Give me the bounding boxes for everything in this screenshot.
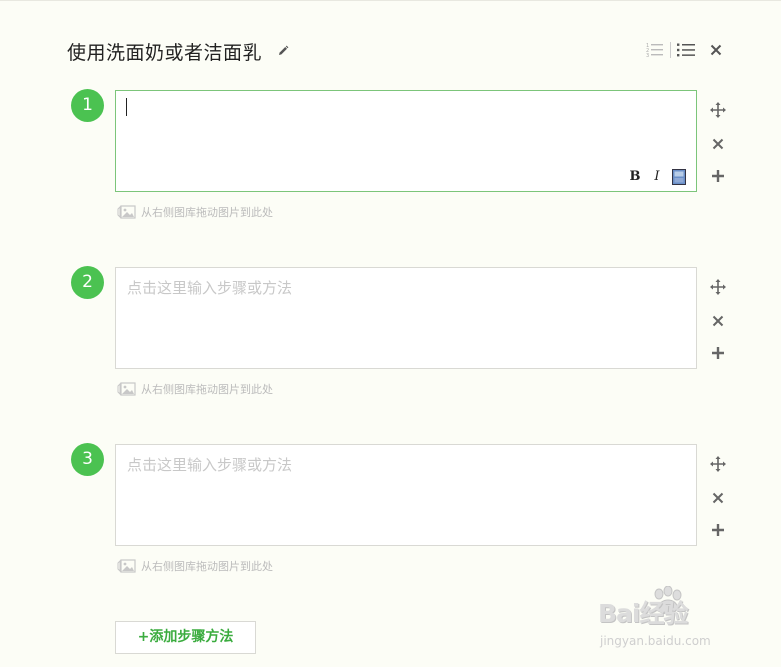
image-drop-hint[interactable]: 从右侧图库拖动图片到此处 <box>117 558 273 574</box>
close-icon[interactable] <box>705 40 727 60</box>
image-hint-text: 从右侧图库拖动图片到此处 <box>141 206 273 219</box>
move-icon[interactable] <box>707 99 729 121</box>
bold-button[interactable]: B <box>624 168 646 186</box>
delete-icon[interactable] <box>707 487 729 509</box>
toolbar-divider <box>670 42 671 58</box>
insert-image-icon[interactable] <box>668 168 690 186</box>
article-title[interactable]: 使用洗面奶或者洁面乳 <box>67 39 289 65</box>
watermark-brand: Bai经验 <box>598 599 688 628</box>
title-text: 使用洗面奶或者洁面乳 <box>67 42 263 64</box>
step-number-badge: 3 <box>71 443 104 476</box>
paw-logo-icon <box>654 586 682 615</box>
italic-button[interactable]: I <box>646 168 668 186</box>
bulleted-list-icon[interactable] <box>675 40 697 60</box>
image-icon <box>117 559 136 573</box>
step-text-input[interactable]: 点击这里输入步骤或方法 <box>115 267 697 369</box>
svg-text:3: 3 <box>646 53 649 58</box>
top-toolbar: 1 2 3 <box>644 39 727 61</box>
step-placeholder: 点击这里输入步骤或方法 <box>127 279 293 297</box>
step-placeholder: 点击这里输入步骤或方法 <box>127 456 293 474</box>
step-text-input[interactable]: B I <box>115 90 697 192</box>
delete-icon[interactable] <box>707 310 729 332</box>
image-hint-text: 从右侧图库拖动图片到此处 <box>141 383 273 396</box>
add-icon[interactable] <box>707 519 729 541</box>
step-number-badge: 1 <box>71 89 104 122</box>
image-drop-hint[interactable]: 从右侧图库拖动图片到此处 <box>117 204 273 220</box>
watermark-url: jingyan.baidu.com <box>600 634 711 648</box>
add-icon[interactable] <box>707 165 729 187</box>
delete-icon[interactable] <box>707 133 729 155</box>
image-drop-hint[interactable]: 从右侧图库拖动图片到此处 <box>117 381 273 397</box>
step-editor-page: 使用洗面奶或者洁面乳 1 2 3 1 B I 从右侧图库拖动图片到此处 2 点击… <box>0 0 781 667</box>
pencil-icon[interactable] <box>277 39 289 55</box>
image-icon <box>117 382 136 396</box>
step-number-badge: 2 <box>71 266 104 299</box>
add-icon[interactable] <box>707 342 729 364</box>
baidu-jingyan-watermark: Bai经验 jingyan.baidu.com <box>598 586 748 656</box>
image-icon <box>117 205 136 219</box>
step-text-input[interactable]: 点击这里输入步骤或方法 <box>115 444 697 546</box>
numbered-list-icon[interactable]: 1 2 3 <box>644 40 666 60</box>
add-step-button[interactable]: +添加步骤方法 <box>115 621 256 654</box>
move-icon[interactable] <box>707 276 729 298</box>
image-hint-text: 从右侧图库拖动图片到此处 <box>141 560 273 573</box>
move-icon[interactable] <box>707 453 729 475</box>
format-toolbar: B I <box>624 168 690 186</box>
text-cursor <box>126 98 127 116</box>
